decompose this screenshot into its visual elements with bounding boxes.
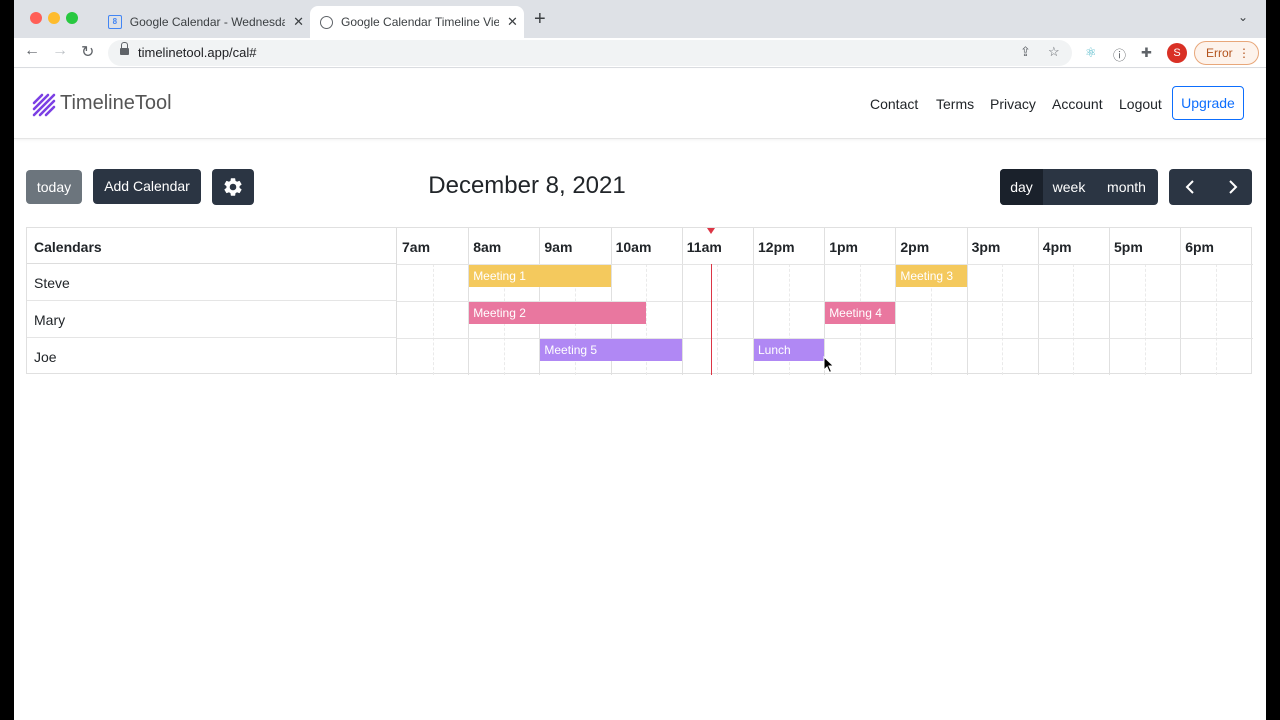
url-text[interactable]: timelinetool.app/cal#	[138, 45, 257, 60]
globe-icon	[320, 15, 333, 29]
bookmark-star-icon[interactable]: ☆	[1048, 44, 1060, 60]
date-navigation-group	[1169, 169, 1252, 205]
hour-label: 6pm	[1185, 239, 1214, 255]
minimize-window-icon[interactable]	[48, 12, 60, 24]
view-day-button[interactable]: day	[1000, 169, 1043, 205]
event-block[interactable]: Meeting 5	[540, 339, 682, 361]
event-block[interactable]: Lunch	[754, 339, 825, 361]
event-block[interactable]: Meeting 3	[896, 265, 967, 287]
current-time-marker	[707, 228, 716, 234]
error-label: Error	[1206, 46, 1233, 60]
lock-icon[interactable]	[120, 42, 129, 56]
hour-label: 10am	[615, 239, 652, 255]
mouse-cursor-icon	[823, 356, 835, 374]
timeline-grid: Calendars Steve Mary Joe 7am 8am 9am 10am 11…	[26, 227, 1253, 375]
info-extension-icon[interactable]: ⓘ	[1113, 45, 1126, 64]
close-tab-icon[interactable]: ✕	[507, 14, 518, 30]
calendar-row-name[interactable]: Joe	[27, 338, 397, 375]
new-tab-button[interactable]: +	[534, 8, 546, 31]
calendar-icon: 8	[108, 15, 122, 29]
logo-icon[interactable]	[32, 93, 56, 117]
half-hour-gridline	[1073, 264, 1075, 375]
browser-window: 8 Google Calendar - Wednesday, ✕ Google …	[14, 0, 1266, 720]
calendar-row-name[interactable]: Steve	[27, 264, 397, 301]
error-button[interactable]: Error ⋮	[1194, 41, 1259, 65]
hour-label: 5pm	[1114, 239, 1143, 255]
event-block[interactable]: Meeting 2	[469, 302, 647, 324]
hour-label: 7am	[402, 239, 431, 255]
react-extension-icon[interactable]: ⚛	[1085, 45, 1097, 61]
half-hour-gridline	[1002, 264, 1004, 375]
close-tab-icon[interactable]: ✕	[293, 14, 304, 30]
tab-title: Google Calendar Timeline View	[341, 15, 499, 29]
half-hour-gridline	[432, 264, 434, 375]
browser-toolbar: ← → ↻ timelinetool.app/cal# ⇪ ☆ ⚛ ⓘ ✚ S …	[14, 38, 1266, 68]
settings-button[interactable]	[212, 169, 254, 205]
nav-contact[interactable]: Contact	[870, 96, 918, 112]
gear-icon	[224, 178, 242, 196]
tab-strip: 8 Google Calendar - Wednesday, ✕ Google …	[14, 0, 1266, 38]
calendar-row-name[interactable]: Mary	[27, 301, 397, 338]
timeline-area: 7am 8am 9am 10am 11am 12pm 1pm 2pm 3pm 4pm 5pm 6pm …	[397, 228, 1253, 375]
previous-chevron-icon[interactable]	[1183, 178, 1199, 196]
view-week-button[interactable]: week	[1043, 169, 1095, 205]
hour-label: 9am	[544, 239, 573, 255]
hour-label: 2pm	[900, 239, 930, 255]
tab-title: Google Calendar - Wednesday,	[129, 15, 286, 29]
brand-name[interactable]: TimelineTool	[60, 92, 172, 115]
event-block[interactable]: Meeting 4	[825, 302, 896, 324]
browser-tab-timeline-view[interactable]: Google Calendar Timeline View ✕	[310, 6, 524, 38]
current-date-title: December 8, 2021	[428, 172, 626, 199]
nav-account[interactable]: Account	[1052, 96, 1103, 112]
nav-terms[interactable]: Terms	[936, 96, 974, 112]
extensions-puzzle-icon[interactable]: ✚	[1141, 45, 1152, 61]
back-arrow-icon[interactable]: ←	[24, 42, 40, 60]
hour-label: 3pm	[971, 239, 1001, 255]
hour-label: 1pm	[829, 239, 858, 255]
zoom-window-icon[interactable]	[66, 12, 78, 24]
reload-icon[interactable]: ↻	[81, 42, 94, 62]
view-month-button[interactable]: month	[1095, 169, 1158, 205]
hour-label: 12pm	[758, 239, 795, 255]
hour-label: 11am	[686, 239, 722, 255]
nav-privacy[interactable]: Privacy	[990, 96, 1036, 112]
hour-label: 8am	[473, 239, 502, 255]
calendars-column-header: Calendars	[27, 228, 397, 264]
upgrade-button[interactable]: Upgrade	[1172, 86, 1244, 120]
view-toggle-group: day week month	[1000, 169, 1158, 205]
tab-search-chevron-icon[interactable]: ⌄	[1238, 10, 1248, 24]
share-icon[interactable]: ⇪	[1020, 44, 1031, 60]
event-block[interactable]: Meeting 1	[469, 265, 611, 287]
row-gridline	[397, 338, 1253, 339]
half-hour-gridline	[1215, 264, 1217, 375]
today-button[interactable]: today	[26, 170, 82, 204]
half-hour-gridline	[1144, 264, 1146, 375]
add-calendar-button[interactable]: Add Calendar	[93, 169, 201, 204]
half-hour-gridline	[717, 264, 719, 375]
hour-label: 4pm	[1042, 239, 1072, 255]
current-time-line	[711, 264, 713, 375]
next-chevron-icon[interactable]	[1224, 178, 1240, 196]
more-menu-icon[interactable]: ⋮	[1238, 42, 1250, 64]
close-window-icon[interactable]	[30, 12, 42, 24]
site-header: TimelineTool Contact Terms Privacy Accou…	[14, 69, 1266, 139]
address-bar[interactable]: timelinetool.app/cal# ⇪ ☆	[108, 40, 1072, 66]
nav-logout[interactable]: Logout	[1119, 96, 1162, 112]
forward-arrow-icon[interactable]: →	[52, 42, 68, 60]
browser-tab-google-calendar[interactable]: 8 Google Calendar - Wednesday, ✕	[104, 6, 304, 38]
profile-avatar[interactable]: S	[1167, 43, 1187, 63]
